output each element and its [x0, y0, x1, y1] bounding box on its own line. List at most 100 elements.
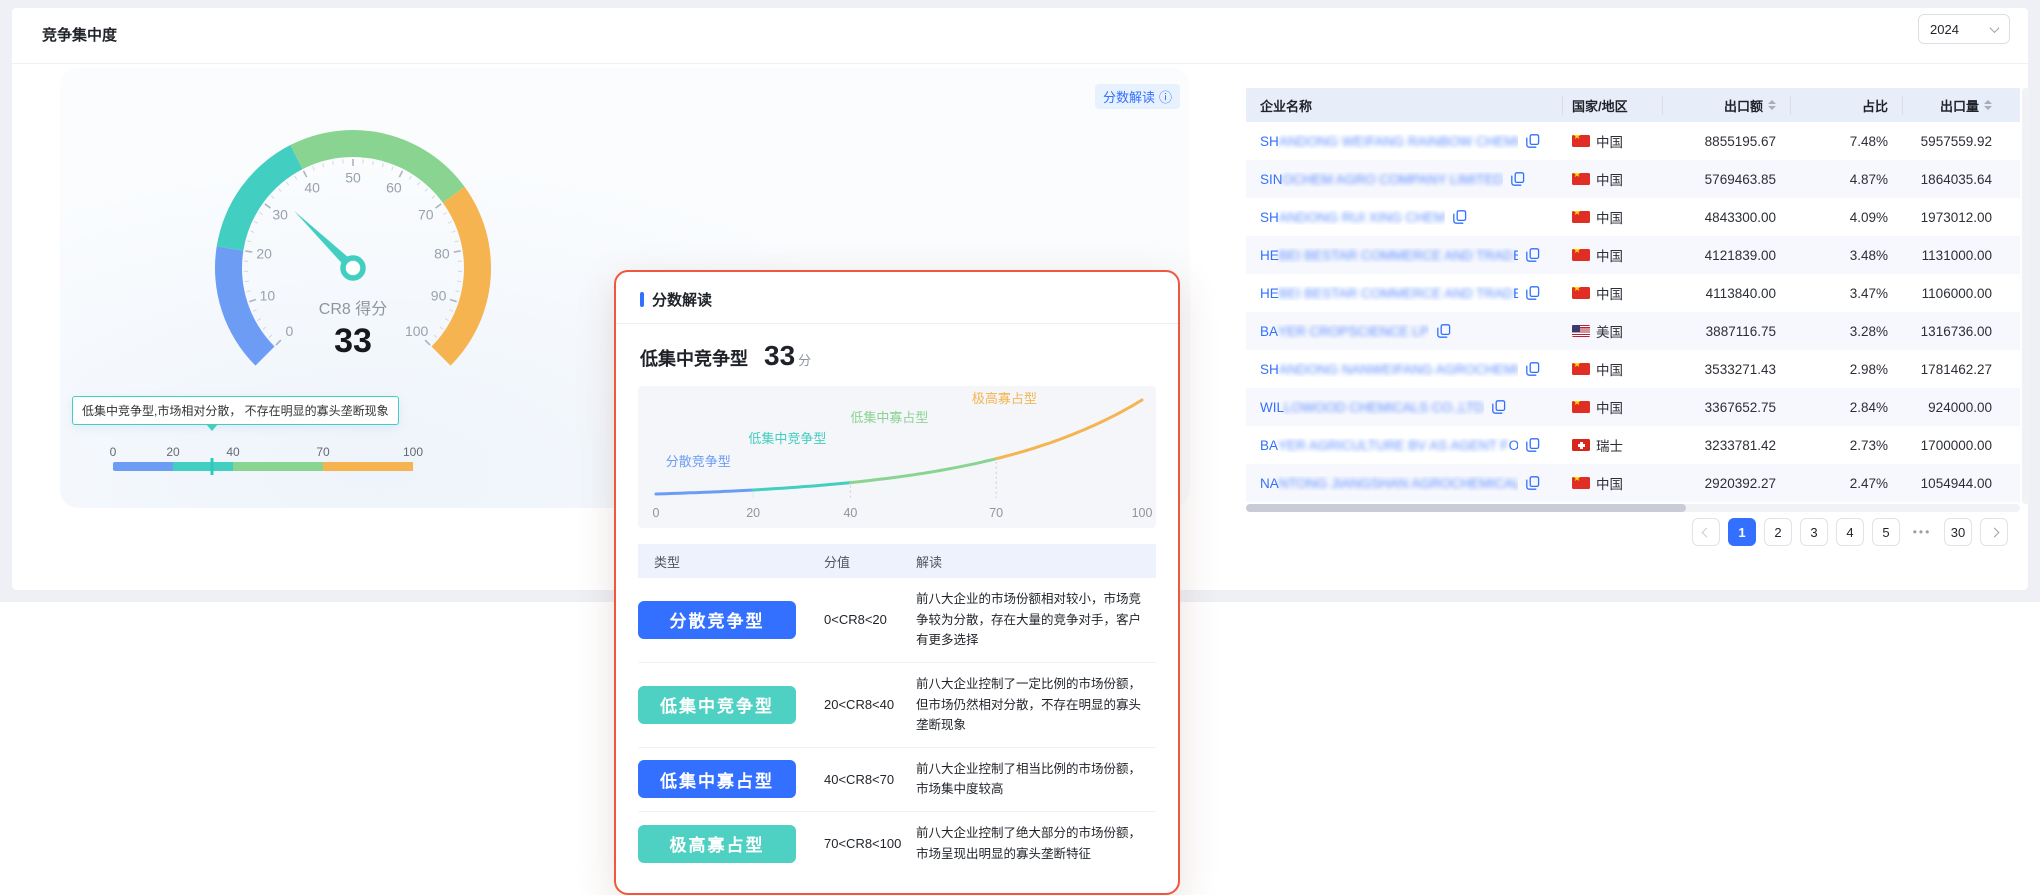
result-unit: 分	[798, 350, 811, 369]
table-vertical-scrollbar[interactable]	[2022, 88, 2029, 504]
flag-cn-icon	[1572, 173, 1590, 185]
gauge-value: 33	[334, 322, 372, 360]
copy-icon[interactable]	[1526, 248, 1540, 262]
page-button-4[interactable]: 4	[1836, 518, 1864, 546]
copy-icon[interactable]	[1526, 438, 1540, 452]
svg-text:40: 40	[304, 179, 320, 195]
company-name-link[interactable]: SHANDONG WEIFANG RAINBOW CHEMI...	[1260, 134, 1518, 149]
company-name-link[interactable]: BAYER AGRICULTURE BV AS AGENT FO...	[1260, 438, 1518, 453]
page-button-30[interactable]: 30	[1944, 518, 1972, 546]
gauge-title: CR8 得分	[319, 300, 387, 318]
copy-icon[interactable]	[1526, 476, 1540, 490]
col-share: 占比	[1790, 96, 1902, 115]
scale-segment	[323, 462, 413, 471]
chevron-left-icon	[1701, 527, 1711, 537]
share-cell: 7.48%	[1790, 134, 1902, 149]
country-label: 中国	[1596, 169, 1623, 189]
score-desc: 前八大企业的市场份额相对较小，市场竞争较为分散，存在大量的竞争对手，客户有更多选…	[916, 589, 1156, 651]
flag-cn-icon	[1572, 401, 1590, 413]
company-name-link[interactable]: SHANDONG RUI XING CHEM	[1260, 210, 1445, 225]
score-range: 0<CR8<20	[824, 612, 916, 627]
share-cell: 3.48%	[1790, 248, 1902, 263]
company-name-link[interactable]: WILLOWOOD CHEMICALS CO.,LTD	[1260, 400, 1484, 415]
copy-icon[interactable]	[1511, 172, 1525, 186]
svg-text:100: 100	[1132, 506, 1153, 520]
table-row: HEBEI BESTAR COMMERCE AND TRADE...中国4121…	[1246, 236, 2020, 274]
type-button[interactable]: 分散竞争型	[638, 601, 796, 639]
gauge-segment	[215, 246, 275, 365]
title-accent-bar	[640, 292, 644, 307]
next-page-button[interactable]	[1980, 518, 2008, 546]
type-button[interactable]: 低集中寡占型	[638, 760, 796, 798]
curve-segment	[850, 459, 996, 483]
company-name-link[interactable]: NANTONG JIANGSHAN AGROCHEMICAL...	[1260, 476, 1518, 491]
modal-title: 分数解读	[652, 289, 712, 310]
copy-icon[interactable]	[1437, 324, 1451, 338]
gauge-tooltip: 低集中竞争型,市场相对分散， 不存在明显的寡头垄断现象	[72, 396, 399, 425]
chevron-right-icon	[1989, 527, 1999, 537]
sort-qty-icon[interactable]	[1984, 100, 1992, 111]
prev-page-button[interactable]	[1692, 518, 1720, 546]
curve-segment	[656, 490, 753, 494]
col-company-name: 企业名称	[1246, 96, 1562, 115]
curve-segment-label: 分散竞争型	[666, 454, 731, 469]
export-amount-cell: 3233781.42	[1662, 438, 1790, 453]
flag-cn-icon	[1572, 287, 1590, 299]
company-name-link[interactable]: BAYER CROPSCIENCE LP	[1260, 324, 1429, 339]
year-select[interactable]: 2024	[1918, 14, 2010, 44]
svg-text:0: 0	[653, 506, 660, 520]
export-qty-cell: 1781462.27	[1902, 362, 2006, 377]
page-ellipsis: •••	[1908, 518, 1936, 546]
company-name-link[interactable]: HEBEI BESTAR COMMERCE AND TRADE...	[1260, 248, 1518, 263]
company-name-link[interactable]: HEBEI BESTAR COMMERCE AND TRADE...	[1260, 286, 1518, 301]
curve-segment-label: 低集中寡占型	[850, 410, 928, 425]
svg-text:20: 20	[256, 245, 272, 261]
copy-icon[interactable]	[1492, 400, 1506, 414]
country-label: 中国	[1596, 359, 1623, 379]
export-amount-cell: 3533271.43	[1662, 362, 1790, 377]
export-amount-cell: 4843300.00	[1662, 210, 1790, 225]
scrollbar-thumb[interactable]	[1246, 504, 1686, 512]
company-table: 企业名称 国家/地区 出口额 占比 出口量 SHANDONG WEIFANG R…	[1246, 88, 2020, 502]
page-button-2[interactable]: 2	[1764, 518, 1792, 546]
copy-icon[interactable]	[1526, 134, 1540, 148]
col-export-amount[interactable]: 出口额	[1662, 96, 1790, 115]
year-select-value: 2024	[1930, 22, 1959, 37]
copy-icon[interactable]	[1526, 286, 1540, 300]
svg-text:80: 80	[434, 245, 450, 261]
score-marker	[211, 458, 214, 475]
gauge-segment	[217, 145, 303, 251]
score-explain-link[interactable]: 分数解读 ⓘ	[1095, 84, 1180, 109]
company-name-link[interactable]: SHANDONG NANWEIFANG AGROCHEMIC...	[1260, 362, 1518, 377]
country-label: 中国	[1596, 131, 1623, 151]
page-button-3[interactable]: 3	[1800, 518, 1828, 546]
score-range: 40<CR8<70	[824, 772, 916, 787]
scale-tick-label: 100	[403, 445, 423, 459]
col-export-qty[interactable]: 出口量	[1902, 96, 2006, 115]
export-amount-cell: 8855195.67	[1662, 134, 1790, 149]
score-type-table: 类型 分值 解读 分散竞争型0<CR8<20前八大企业的市场份额相对较小，市场竞…	[638, 544, 1156, 875]
flag-cn-icon	[1572, 135, 1590, 147]
scale-labels: 0204070100	[113, 445, 413, 458]
score-type-row: 低集中寡占型 40<CR8<70前八大企业控制了相当比例的市场份额，市场集中度较高	[638, 748, 1156, 812]
copy-icon[interactable]	[1453, 210, 1467, 224]
table-horizontal-scrollbar[interactable]	[1246, 504, 2020, 512]
result-score: 33	[764, 340, 795, 372]
page-button-5[interactable]: 5	[1872, 518, 1900, 546]
page-title: 竞争集中度	[42, 24, 117, 45]
table-row: HEBEI BESTAR COMMERCE AND TRADE...中国4113…	[1246, 274, 2020, 312]
cr8-gauge-chart: 0102030405060708090100CR8 得分33	[183, 98, 523, 378]
sort-amount-icon[interactable]	[1768, 100, 1776, 111]
copy-icon[interactable]	[1526, 362, 1540, 376]
share-cell: 4.87%	[1790, 172, 1902, 187]
score-desc: 前八大企业控制了绝大部分的市场份额，市场呈现出明显的寡头垄断特征	[916, 823, 1156, 864]
export-qty-cell: 924000.00	[1902, 400, 2006, 415]
table-row: SHANDONG RUI XING CHEM中国4843300.004.09%1…	[1246, 198, 2020, 236]
company-name-link[interactable]: SINOCHEM AGRO COMPANY LIMITED	[1260, 172, 1503, 187]
page-button-1[interactable]: 1	[1728, 518, 1756, 546]
score-curve-chart: 分散竞争型低集中竞争型低集中寡占型极高寡占型0204070100	[638, 386, 1156, 528]
type-button[interactable]: 极高寡占型	[638, 825, 796, 863]
score-range: 20<CR8<40	[824, 697, 916, 712]
type-button[interactable]: 低集中竞争型	[638, 686, 796, 724]
score-desc: 前八大企业控制了相当比例的市场份额，市场集中度较高	[916, 759, 1156, 800]
